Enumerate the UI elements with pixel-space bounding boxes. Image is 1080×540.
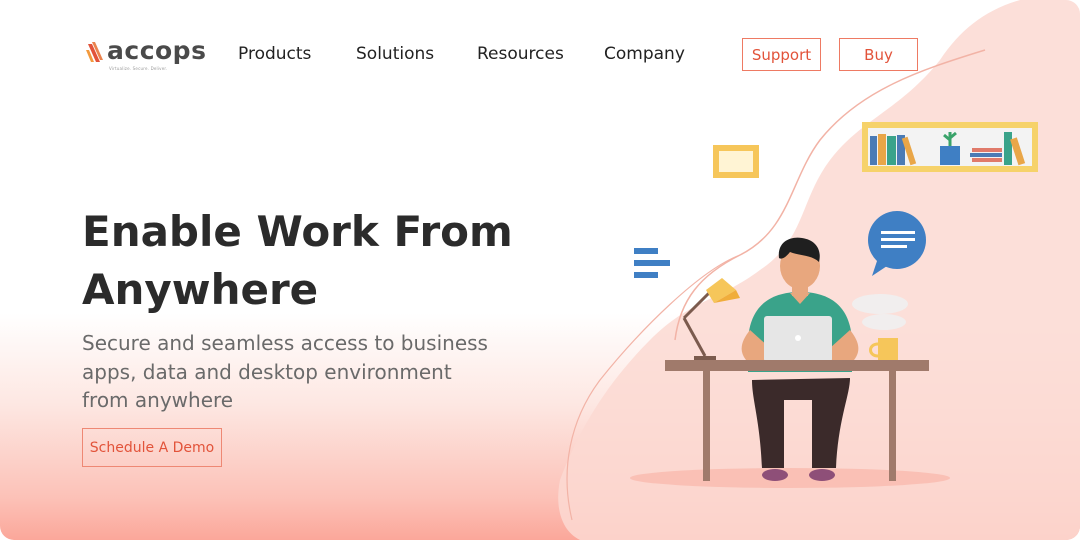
hero-title-line: Anywhere [82, 265, 319, 314]
nav-item-solutions[interactable]: Solutions [356, 44, 434, 64]
laptop-icon [764, 316, 832, 362]
hero-subtitle-line: Secure and seamless access to business [82, 331, 488, 355]
hero-illustration [558, 0, 1080, 540]
hero-subtitle: Secure and seamless access to business a… [82, 329, 522, 415]
brand-name: accops [107, 36, 207, 65]
nav-item-products[interactable]: Products [238, 44, 311, 64]
hero-subtitle-line: from anywhere [82, 388, 234, 412]
floor-shadow [630, 468, 950, 488]
hero-page: accops Virtualize. Secure. Deliver. Prod… [0, 0, 1080, 540]
hero-subtitle-line: apps, data and desktop environment [82, 359, 452, 384]
bookshelf-icon [862, 122, 1038, 172]
hero-title-line: Enable Work From [82, 207, 513, 256]
brand-logo[interactable]: accops Virtualize. Secure. Deliver. [86, 36, 207, 71]
hero-title: Enable Work From Anywhere [82, 203, 542, 319]
brand-tagline: Virtualize. Secure. Deliver. [109, 66, 168, 71]
accops-logo-icon [86, 38, 106, 64]
picture-frame-icon [713, 145, 759, 178]
text-lines-icon [634, 248, 670, 278]
schedule-demo-button[interactable]: Schedule A Demo [82, 428, 222, 467]
